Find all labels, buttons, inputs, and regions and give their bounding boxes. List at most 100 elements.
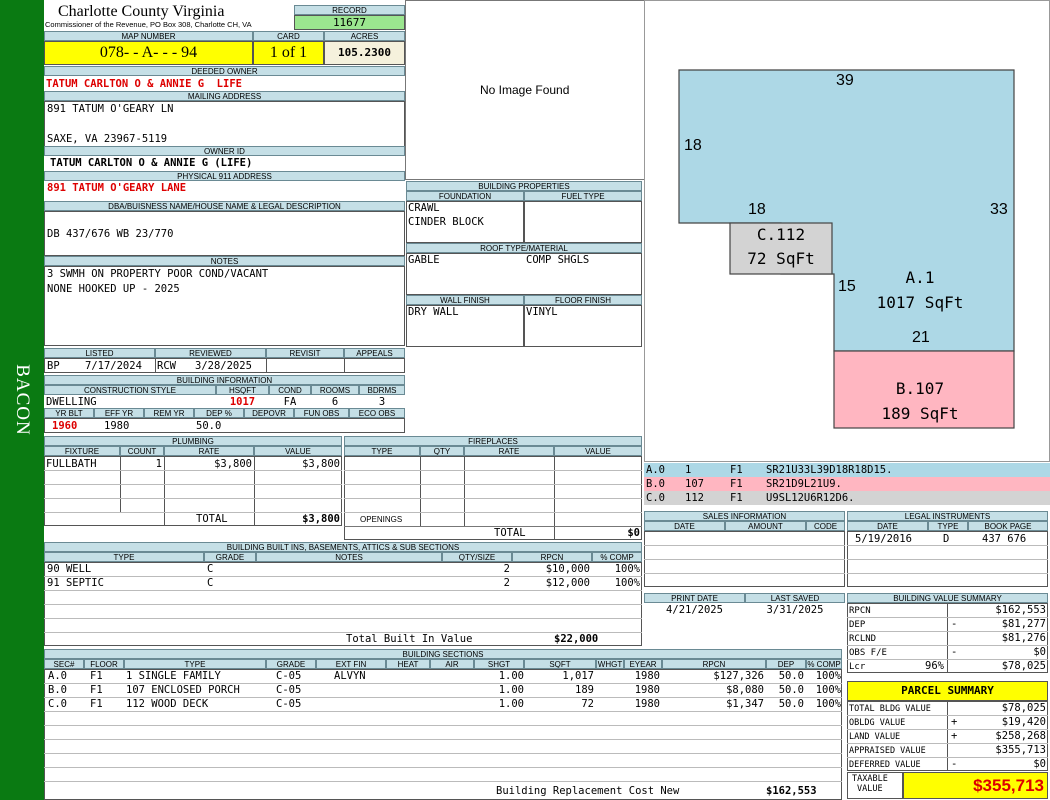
construction-style: DWELLING xyxy=(46,396,97,408)
builtin-2-type: 91 SEPTIC xyxy=(47,577,104,589)
vs-rpcn-label: RPCN xyxy=(849,606,871,616)
area-a-label: A.1 xyxy=(905,268,935,287)
acres-value: 105.2300 xyxy=(324,41,405,65)
sec-b-floor: F1 xyxy=(90,684,103,696)
builtins-col-comp: % COMP xyxy=(592,552,642,562)
legend-b-path: SR21D9L21U9. xyxy=(766,478,842,490)
map-label: MAP NUMBER xyxy=(44,31,253,41)
dim-bottom: 21 xyxy=(912,329,930,346)
record-label: RECORD xyxy=(294,5,405,15)
sec-c-floor: F1 xyxy=(90,698,103,710)
value-summary-title: BUILDING VALUE SUMMARY xyxy=(847,593,1048,603)
dba-label: DBA/BUISNESS NAME/HOUSE NAME & LEGAL DES… xyxy=(44,201,405,211)
dim-left: 18 xyxy=(684,137,702,154)
legend-c-sec: C.0 xyxy=(646,492,665,504)
print-date-label: PRINT DATE xyxy=(644,593,745,603)
sec-c-rpcn: $1,347 xyxy=(726,698,764,710)
yr-row xyxy=(44,418,405,433)
notes-label: NOTES xyxy=(44,256,405,266)
county-title: Charlotte County Virginia xyxy=(58,3,225,20)
dep-value: 50.0 xyxy=(196,420,222,432)
vs-lcr-label: Lcr xyxy=(849,662,866,672)
foundation-line2: CINDER BLOCK xyxy=(408,216,484,228)
cond-value: FA xyxy=(283,396,297,408)
listed-date: 7/17/2024 xyxy=(85,360,142,372)
effyr-label: EFF YR xyxy=(94,408,144,418)
rooms-label: ROOMS xyxy=(311,385,359,395)
vs-rclnd: $81,276 xyxy=(1001,632,1046,644)
plumb-rate: $3,800 xyxy=(214,458,252,470)
mailing-label: MAILING ADDRESS xyxy=(44,91,405,101)
parcel-appraised: $355,713 xyxy=(995,744,1046,756)
sales-col-date: DATE xyxy=(644,521,725,531)
sec-col-air: AIR xyxy=(430,659,474,669)
fire-col-rate: RATE xyxy=(464,446,554,456)
legend-c-code: 112 xyxy=(685,492,704,504)
sales-col-code: CODE xyxy=(806,521,845,531)
taxable-label-2: VALUE xyxy=(857,784,883,794)
legend-b-floor: F1 xyxy=(730,478,743,490)
legend-a-path: SR21U33L39D18R18D15. xyxy=(766,464,893,476)
sec-col-sec: SEC# xyxy=(44,659,84,669)
sec-c-dep: 50.0 xyxy=(778,698,804,710)
builtin-2-comp: 100% xyxy=(614,577,640,589)
floor-label: FLOOR FINISH xyxy=(524,295,642,305)
depovr-label: DEPOVR xyxy=(244,408,294,418)
sec-a-sqft: 1,017 xyxy=(562,670,594,682)
sec-c-comp: 100% xyxy=(815,698,841,710)
sales-title: SALES INFORMATION xyxy=(644,511,845,521)
floor-finish: VINYL xyxy=(526,306,558,318)
effyr-value: 1980 xyxy=(104,420,130,432)
area-c-sqft: 72 SqFt xyxy=(747,249,815,268)
legend-row-b xyxy=(644,477,1050,491)
sec-a-ext: ALVYN xyxy=(334,670,366,682)
sec-c-shgt: 1.00 xyxy=(498,698,524,710)
legend-c-path: U9SL12U6R12D6. xyxy=(766,492,855,504)
hsqft-label: HSQFT xyxy=(216,385,269,395)
card-number: 1 of 1 xyxy=(253,41,324,65)
legend-a-sec: A.0 xyxy=(646,464,665,476)
parcel-bldg-label: TOTAL BLDG VALUE xyxy=(849,704,931,714)
plumb-value: $3,800 xyxy=(302,458,340,470)
legend-a-floor: F1 xyxy=(730,464,743,476)
plumb-col-fixture: FIXTURE xyxy=(44,446,120,456)
sec-col-sqft: SQFT xyxy=(524,659,596,669)
yrblt-value: 1960 xyxy=(52,420,78,432)
sec-a-eyear: 1980 xyxy=(634,670,660,682)
builtin-2-rpcn: $12,000 xyxy=(545,577,590,589)
builtin-2-qty: 2 xyxy=(503,577,510,589)
area-b-sqft: 189 SqFt xyxy=(881,404,959,423)
roof-cell xyxy=(406,253,642,295)
fire-col-qty: QTY xyxy=(420,446,464,456)
sec-b-grade: C-05 xyxy=(276,684,302,696)
sec-col-dep: DEP xyxy=(766,659,806,669)
dim-right: 33 xyxy=(990,201,1008,218)
last-saved-label: LAST SAVED xyxy=(745,593,845,603)
foundation-label: FOUNDATION xyxy=(406,191,524,201)
fire-total-label: TOTAL xyxy=(494,527,526,539)
wall-finish: DRY WALL xyxy=(408,306,459,318)
builtins-col-grade: GRADE xyxy=(204,552,256,562)
legend-b-sec: B.0 xyxy=(646,478,665,490)
area-c-label: C.112 xyxy=(756,225,806,244)
remyr-label: REM YR xyxy=(144,408,194,418)
bdrms-value: 3 xyxy=(378,396,386,408)
last-saved: 3/31/2025 xyxy=(766,604,824,616)
taxable-value: $355,713 xyxy=(903,772,1048,799)
revisit-label: REVISIT xyxy=(266,348,344,358)
sec-a-type: 1 SINGLE FAMILY xyxy=(126,670,221,682)
plumbing-title: PLUMBING xyxy=(44,436,342,446)
area-a-sqft: 1017 SqFt xyxy=(876,293,964,312)
fire-col-type: TYPE xyxy=(344,446,420,456)
appeals-label: APPEALS xyxy=(344,348,405,358)
dim-mid: 15 xyxy=(838,278,856,295)
rooms-value: 6 xyxy=(331,396,339,408)
owner-id-label: OWNER ID xyxy=(44,146,405,156)
plumb-col-rate: RATE xyxy=(164,446,254,456)
sec-a-comp: 100% xyxy=(815,670,841,682)
legend-a-code: 1 xyxy=(685,464,692,476)
sec-col-floor: FLOOR xyxy=(84,659,124,669)
sec-a-shgt: 1.00 xyxy=(498,670,524,682)
building-props-title: BUILDING PROPERTIES xyxy=(406,181,642,191)
parcel-summary-title: PARCEL SUMMARY xyxy=(847,681,1048,701)
